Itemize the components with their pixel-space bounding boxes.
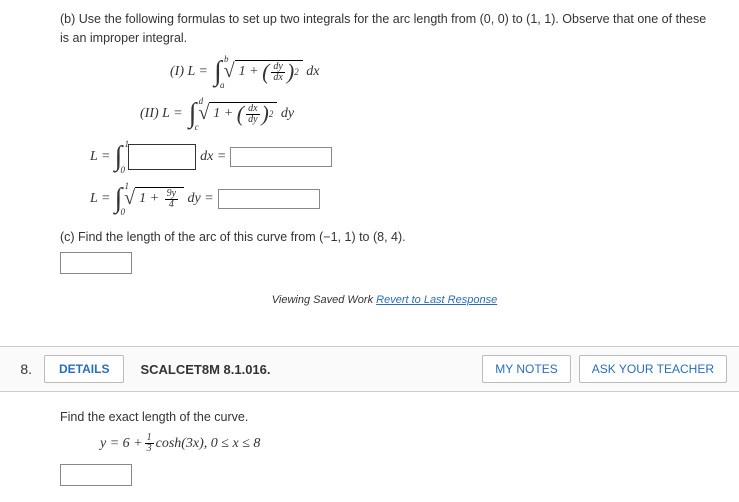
formula-2: (II) L = ∫ d c 1 + dxdy 2 dy [140, 96, 709, 132]
sqrt: 1 + dydx 2 [224, 60, 303, 83]
part-b-text: (b) Use the following formulas to set up… [60, 10, 709, 48]
integral-sign: ∫ d c [189, 98, 197, 130]
q8-equation: y = 6 + 13 cosh(3x), 0 ≤ x ≤ 8 [100, 433, 709, 454]
viewing-saved-work: Viewing Saved Work Revert to Last Respon… [60, 294, 709, 306]
integrand-input-1[interactable] [128, 144, 196, 170]
integral-sign: ∫ b a [214, 56, 222, 88]
part-c-input[interactable] [60, 252, 132, 274]
formula-1: (I) L = ∫ b a 1 + dydx 2 dx [170, 54, 709, 90]
sqrt: 1 + 9y4 [124, 187, 184, 210]
my-notes-button[interactable]: MY NOTES [482, 355, 570, 383]
q8-prompt: Find the exact length of the curve. [60, 408, 709, 427]
revert-link[interactable]: Revert to Last Response [376, 294, 497, 306]
details-button[interactable]: DETAILS [44, 355, 124, 383]
q8-answer-input[interactable] [60, 464, 132, 486]
result-input-1[interactable] [230, 147, 332, 167]
sqrt: 1 + dxdy 2 [198, 102, 277, 125]
formula-2-label: (II) L = [140, 106, 183, 122]
question-ref: SCALCET8M 8.1.016. [140, 362, 482, 377]
formula-1-label: (I) L = [170, 64, 208, 80]
answer-row-1: L = ∫ 1 0 dx = [90, 138, 709, 176]
ask-teacher-button[interactable]: ASK YOUR TEACHER [579, 355, 727, 383]
answer-row-2: L = ∫ 1 0 1 + 9y4 dy = [90, 180, 709, 218]
question-number: 8. [12, 361, 32, 377]
result-input-2[interactable] [218, 189, 320, 209]
integral-sign: ∫ 1 0 [114, 141, 122, 173]
part-c-text: (c) Find the length of the arc of this c… [60, 228, 709, 247]
question-bar: 8. DETAILS SCALCET8M 8.1.016. MY NOTES A… [0, 346, 739, 392]
integral-sign: ∫ 1 0 [114, 183, 122, 215]
